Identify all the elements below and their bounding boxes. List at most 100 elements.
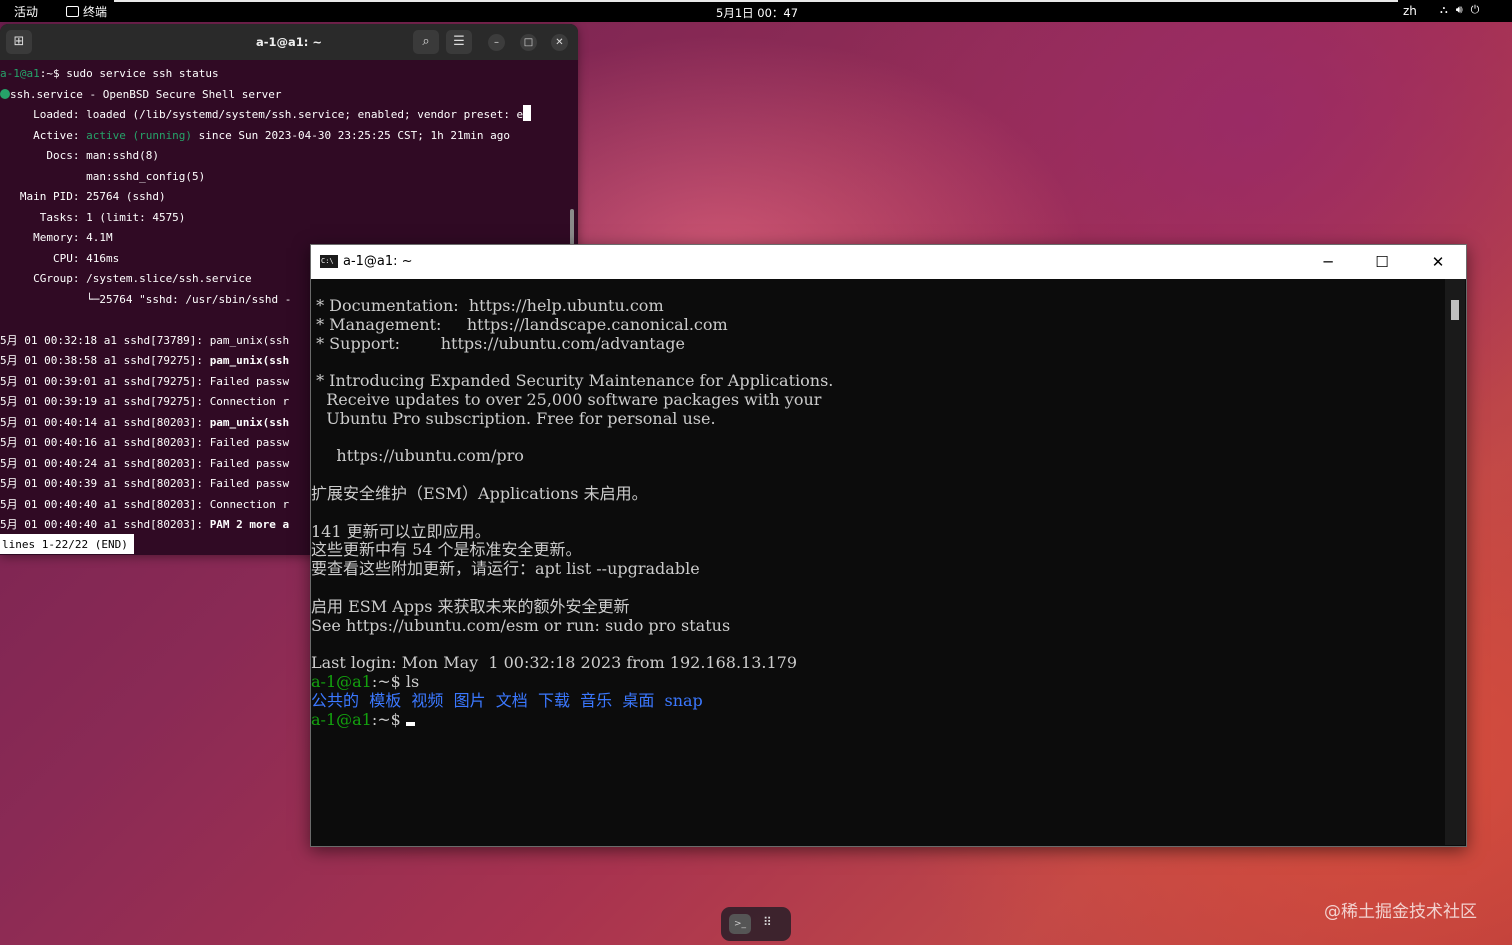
log-line: 5月 01 00:40:39 a1 sshd[80203]: Failed pa…	[0, 474, 312, 495]
cgroup-line-2: └─25764 "sshd: /usr/sbin/sshd -	[0, 292, 292, 306]
app-grid-icon[interactable]: ⠿	[763, 915, 772, 929]
log-prefix: 5月 01 00:38:58 a1 sshd[79275]:	[0, 354, 210, 367]
truncation-cursor	[523, 105, 532, 121]
log-message: pam_unix(ssh	[209, 354, 290, 367]
directory-listing: 公共的 模板 视频 图片 文档 下载 音乐 桌面 snap	[311, 690, 1443, 711]
directory-entry: 音乐	[580, 690, 613, 710]
log-line: 5月 01 00:40:14 a1 sshd[80203]: pam_unix(…	[0, 413, 312, 434]
power-icon[interactable]: ⏻	[1471, 3, 1480, 17]
loaded-line: Loaded: loaded (/lib/systemd/system/ssh.…	[0, 105, 570, 126]
dash-dock: >_ ⠿	[721, 907, 791, 941]
log-line: 5月 01 00:40:40 a1 sshd[80203]: PAM 2 mor…	[0, 515, 312, 536]
console-line: 扩展安全维护（ESM）Applications 未启用。	[311, 483, 648, 503]
prompt-user: a-1@a1	[311, 671, 372, 691]
log-prefix: 5月 01 00:39:19 a1 sshd[79275]:	[0, 395, 210, 408]
console-line: See https://ubuntu.com/esm or run: sudo …	[311, 615, 731, 635]
directory-entry: 下载	[537, 690, 570, 710]
docs-line-2: man:sshd_config(5)	[0, 169, 206, 183]
windows-console-window[interactable]: C:\ a-1@a1: ~ ─ ☐ ✕ * Documentation: htt…	[310, 244, 1467, 847]
menu-icon[interactable]: ☰	[446, 30, 472, 54]
console-line: https://ubuntu.com/pro	[311, 446, 524, 466]
active-label: Active:	[0, 128, 87, 142]
prompt-path: :~$	[371, 709, 406, 729]
log-prefix: 5月 01 00:40:39 a1 sshd[80203]:	[0, 477, 210, 490]
log-prefix: 5月 01 00:40:16 a1 sshd[80203]:	[0, 436, 210, 449]
log-line: 5月 01 00:40:40 a1 sshd[80203]: Connectio…	[0, 495, 312, 516]
volume-icon[interactable]: 🔊︎	[1456, 3, 1463, 17]
maximize-icon[interactable]: □	[520, 34, 537, 51]
system-tray[interactable]: ⛬ 🔊︎ ⏻	[1440, 3, 1479, 17]
scrollbar-thumb[interactable]	[1451, 300, 1459, 320]
text-cursor	[405, 721, 415, 726]
cgroup-line: CGroup: /system.slice/ssh.service	[0, 272, 252, 285]
maximize-icon[interactable]: ☐	[1355, 245, 1409, 279]
log-prefix: 5月 01 00:40:40 a1 sshd[80203]:	[0, 497, 210, 511]
log-prefix: 5月 01 00:40:14 a1 sshd[80203]:	[0, 415, 210, 429]
log-line: 5月 01 00:39:19 a1 sshd[79275]: Connectio…	[0, 392, 312, 413]
prompt-path: :~$	[39, 67, 67, 80]
log-line: 5月 01 00:38:58 a1 sshd[79275]: pam_unix(…	[0, 351, 312, 372]
terminal-icon[interactable]: >_	[729, 914, 751, 934]
log-line: 5月 01 00:39:01 a1 sshd[79275]: Failed pa…	[0, 372, 312, 393]
terminal-headerbar[interactable]: ⊞ a-1@a1: ~ ⌕ ☰ – □ ✕	[0, 24, 578, 60]
console-line: * Documentation: https://help.ubuntu.com	[311, 296, 664, 315]
close-icon[interactable]: ✕	[1411, 245, 1465, 279]
motd-text: * Documentation: https://help.ubuntu.com…	[311, 296, 1443, 673]
console-line: * Introducing Expanded Security Maintena…	[311, 371, 834, 391]
active-state: active (running)	[86, 128, 193, 142]
log-prefix: 5月 01 00:32:18 a1 sshd[73789]:	[0, 333, 210, 347]
directory-entry: 视频	[411, 690, 444, 710]
log-line: 5月 01 00:40:16 a1 sshd[80203]: Failed pa…	[0, 433, 312, 454]
log-prefix: 5月 01 00:39:01 a1 sshd[79275]:	[0, 374, 210, 388]
terminal-icon	[66, 6, 79, 17]
command-line: a-1@a1:~$ sudo service ssh status	[0, 64, 570, 85]
console-line: 这些更新中有 54 个是标准安全更新。	[311, 540, 582, 560]
console-line: 启用 ESM Apps 来获取未来的额外安全更新	[311, 596, 630, 616]
vertical-scrollbar[interactable]	[1445, 279, 1465, 845]
top-bar-highlight	[114, 0, 1398, 2]
log-message: Connection r	[209, 395, 290, 408]
directory-entry: 公共的	[311, 690, 360, 710]
log-message: Connection r	[209, 497, 290, 511]
scrollbar[interactable]	[570, 209, 574, 245]
console-title: a-1@a1: ~	[343, 254, 413, 269]
console-output[interactable]: * Documentation: https://help.ubuntu.com…	[311, 296, 1443, 730]
activities-button[interactable]: 活动	[14, 3, 38, 20]
clock[interactable]: 5月1日 00：47	[716, 5, 798, 21]
console-titlebar[interactable]: C:\ a-1@a1: ~ ─ ☐ ✕	[311, 245, 1466, 279]
console-line: Last login: Mon May 1 00:32:18 2023 from…	[311, 653, 798, 673]
loaded-text: Loaded: loaded (/lib/systemd/system/ssh.…	[0, 108, 524, 121]
minimize-icon[interactable]: –	[488, 34, 505, 51]
log-message: Failed passw	[209, 477, 290, 490]
input-method-indicator[interactable]: zh	[1403, 4, 1417, 18]
console-app-icon: C:\	[320, 255, 338, 268]
console-line: Ubuntu Pro subscription. Free for person…	[311, 408, 716, 428]
search-icon[interactable]: ⌕	[413, 30, 439, 54]
current-prompt: a-1@a1:~$	[311, 709, 1443, 730]
top-bar: 活动 终端 5月1日 00：47 zh ⛬ 🔊︎ ⏻	[0, 0, 1512, 22]
console-line: 141 更新可以立即应用。	[311, 521, 491, 541]
log-message: PAM 2 more a	[209, 518, 290, 531]
close-icon[interactable]: ✕	[551, 34, 568, 51]
ls-command-line: a-1@a1:~$ ls	[311, 671, 1443, 692]
pid-line: Main PID: 25764 (sshd)	[0, 190, 166, 203]
log-message: Failed passw	[209, 436, 290, 449]
command-text: sudo service ssh status	[66, 67, 219, 80]
service-line: ssh.service - OpenBSD Secure Shell serve…	[0, 85, 570, 106]
app-menu[interactable]: 终端	[66, 3, 107, 20]
console-line: * Management: https://landscape.canonica…	[311, 314, 728, 334]
network-icon[interactable]: ⛬	[1440, 3, 1448, 17]
status-dot-icon	[0, 88, 10, 99]
log-line: 5月 01 00:32:18 a1 sshd[73789]: pam_unix(…	[0, 331, 312, 352]
log-prefix: 5月 01 00:40:40 a1 sshd[80203]:	[0, 518, 210, 531]
minimize-icon[interactable]: ─	[1301, 245, 1355, 279]
tasks-line: Tasks: 1 (limit: 4575)	[0, 210, 186, 224]
prompt-user: a-1@a1	[0, 67, 40, 80]
command-text: ls	[405, 671, 420, 691]
directory-entry: snap	[664, 690, 703, 710]
app-name-label: 终端	[83, 5, 108, 19]
directory-entry: 文档	[495, 690, 528, 710]
